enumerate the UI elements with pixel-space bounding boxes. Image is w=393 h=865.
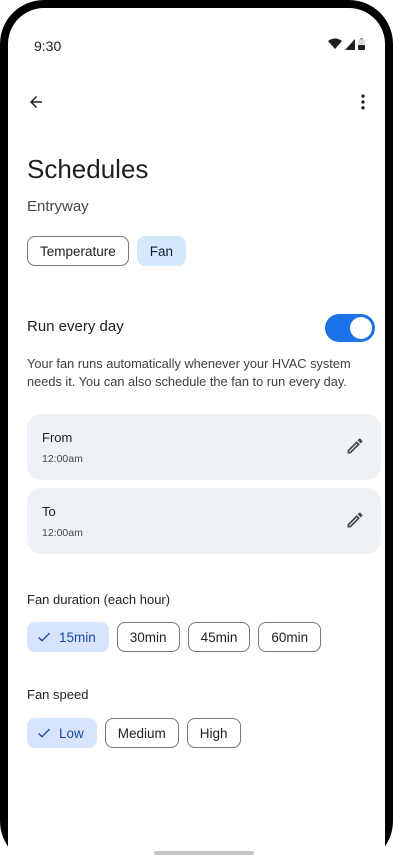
from-label: From [42,430,73,445]
tab-fan-label: Fan [149,243,174,259]
fan-duration-chip-label: 60min [271,629,309,645]
fan-duration-chip-45min[interactable]: 45min [187,622,251,652]
arrow-back-icon [30,96,42,108]
mode-tabs: Temperature Fan [27,236,187,266]
more-options-button[interactable] [347,86,379,118]
run-every-day-row: Run every day [27,314,375,342]
fan-duration-chip-30min[interactable]: 30min [116,622,180,652]
status-bar: 9:30 [8,8,385,56]
edit-pencil-icon[interactable] [345,436,365,456]
fan-duration-chip-label: 45min [200,629,238,645]
page-title: Schedules [27,154,149,184]
device-frame: 9:30 Schedules Entryway Temperature Fan [0,0,393,865]
home-indicator[interactable] [154,851,254,855]
fan-speed-chip-high[interactable]: High [186,718,241,748]
fan-speed-chips: Low Medium High [27,718,241,748]
from-time-card[interactable]: From 12:00am [27,414,381,480]
fan-speed-chip-label: High [199,725,228,741]
fan-speed-chip-low[interactable]: Low [27,718,97,748]
screen: 9:30 Schedules Entryway Temperature Fan [8,8,385,865]
battery-icon [358,38,365,50]
top-app-bar [8,82,385,122]
status-time: 9:30 [34,38,62,54]
edit-pencil-icon[interactable] [345,510,365,530]
fan-duration-chips: 15min 30min 45min 60min [27,622,322,652]
fan-duration-chip-label: 30min [129,629,167,645]
from-value: 12:00am [42,453,83,465]
tab-temperature-label: Temperature [40,243,116,259]
run-every-day-toggle[interactable] [325,314,375,342]
tab-fan[interactable]: Fan [136,236,187,266]
run-every-day-label: Run every day [27,318,124,335]
more-vert-icon [361,94,365,110]
wifi-icon [328,38,342,49]
to-value: 12:00am [42,527,83,539]
fan-speed-label: Fan speed [27,687,89,702]
fan-speed-chip-label: Low [59,725,84,741]
to-time-card[interactable]: To 12:00am [27,488,381,554]
to-label: To [42,504,56,519]
status-icons [328,38,365,50]
check-icon [38,728,50,738]
back-button[interactable] [20,86,52,118]
fan-duration-label: Fan duration (each hour) [27,592,171,607]
fan-speed-chip-label: Medium [117,725,166,741]
page-subtitle: Entryway [27,198,89,215]
check-icon [38,632,50,642]
tab-temperature[interactable]: Temperature [27,236,129,266]
fan-duration-chip-15min[interactable]: 15min [27,622,109,652]
fan-duration-chip-label: 15min [59,629,96,645]
fan-speed-chip-medium[interactable]: Medium [104,718,179,748]
toggle-knob [350,317,372,339]
cellular-signal-icon [345,38,355,50]
fan-duration-chip-60min[interactable]: 60min [258,622,322,652]
fan-description: Your fan runs automatically whenever you… [27,356,351,389]
